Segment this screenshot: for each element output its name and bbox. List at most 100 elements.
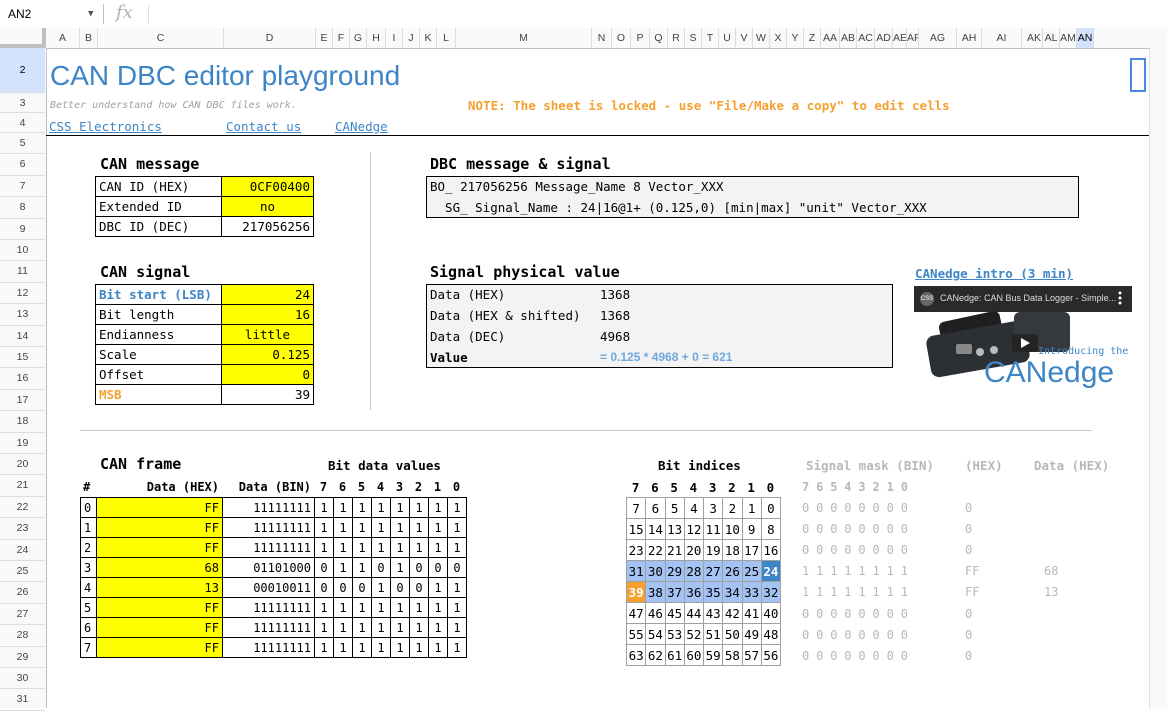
bit-index-cell: 48 [760,623,782,645]
byte-hex-input[interactable]: 68 [96,557,223,578]
offset-input[interactable]: 0 [221,364,314,385]
row-header-2[interactable]: 2 [0,48,45,93]
can-id-input[interactable]: 0CF00400 [221,176,314,197]
row-header-20[interactable]: 20 [0,454,45,476]
bit-label: 3 [708,479,717,495]
row-header-14[interactable]: 14 [0,326,45,347]
column-header-p[interactable]: P [631,28,650,48]
chevron-down-icon[interactable]: ▼ [88,4,93,24]
column-header-m[interactable]: M [456,28,592,48]
column-header-y[interactable]: Y [787,28,804,48]
row-header-12[interactable]: 12 [0,283,45,305]
column-header-r[interactable]: R [668,28,685,48]
row-header-6[interactable]: 6 [0,154,45,176]
row-header-29[interactable]: 29 [0,647,45,668]
link-css-electronics[interactable]: CSS Electronics [49,119,162,134]
select-all-corner[interactable] [0,28,46,48]
column-header-u[interactable]: U [719,28,736,48]
mask-bit: 0 [886,627,894,642]
column-header-ai[interactable]: AI [982,28,1022,48]
mask-bit: 0 [844,543,852,558]
column-header-z[interactable]: Z [804,28,821,48]
column-header-a[interactable]: A [46,28,80,48]
mask-bit-label: 6 [816,480,824,494]
row-header-19[interactable]: 19 [0,433,45,454]
column-header-d[interactable]: D [224,28,316,48]
column-header-n[interactable]: N [592,28,612,48]
column-header-t[interactable]: T [702,28,719,48]
column-header-v[interactable]: V [736,28,753,48]
column-header-ab[interactable]: AB [840,28,857,48]
row-header-25[interactable]: 25 [0,561,45,583]
extended-id-input[interactable]: no [221,196,314,217]
column-header-o[interactable]: O [612,28,631,48]
column-header-ah[interactable]: AH [957,28,982,48]
row-header-24[interactable]: 24 [0,540,45,561]
video-thumbnail[interactable]: CSS CANedge: CAN Bus Data Logger - Simpl… [914,286,1132,400]
column-header-h[interactable]: H [367,28,386,48]
row-header-10[interactable]: 10 [0,240,45,262]
bit-length-input[interactable]: 16 [221,304,314,325]
scale-input[interactable]: 0.125 [221,344,314,365]
column-header-w[interactable]: W [753,28,770,48]
column-header-g[interactable]: G [350,28,367,48]
column-header-f[interactable]: F [333,28,350,48]
mask-bit: 0 [872,606,880,621]
column-header-an[interactable]: AN [1077,28,1094,48]
row-header-4[interactable]: 4 [0,113,45,133]
row-header-22[interactable]: 22 [0,497,45,519]
row-header-27[interactable]: 27 [0,604,45,626]
row-header-7[interactable]: 7 [0,176,45,198]
row-header-23[interactable]: 23 [0,518,45,540]
row-header-16[interactable]: 16 [0,368,45,390]
column-header-k[interactable]: K [420,28,437,48]
byte-hex-input[interactable]: 13 [96,577,223,598]
bit-start-input[interactable]: 24 [221,284,314,305]
row-header-9[interactable]: 9 [0,219,45,240]
byte-hex-input[interactable]: FF [96,597,223,618]
byte-hex-input[interactable]: FF [96,637,223,658]
column-header-s[interactable]: S [685,28,702,48]
column-header-q[interactable]: Q [650,28,668,48]
vertical-scrollbar[interactable] [1149,48,1167,708]
row-header-13[interactable]: 13 [0,304,45,326]
column-header-ag[interactable]: AG [919,28,957,48]
column-header-ak[interactable]: AK [1026,28,1043,48]
column-header-aa[interactable]: AA [821,28,840,48]
column-header-ae[interactable]: AE [893,28,907,48]
column-header-j[interactable]: J [403,28,420,48]
row-header-28[interactable]: 28 [0,625,45,647]
bit-value: 1 [352,537,372,558]
column-header-b[interactable]: B [80,28,98,48]
column-header-af[interactable]: AF [907,28,919,48]
row-header-3[interactable]: 3 [0,93,45,113]
row-header-26[interactable]: 26 [0,582,45,604]
link-canedge[interactable]: CANedge [335,119,388,134]
bit-value: 1 [352,617,372,638]
column-header-i[interactable]: I [386,28,403,48]
byte-hex-input[interactable]: FF [96,617,223,638]
column-header-am[interactable]: AM [1060,28,1077,48]
byte-hex-input[interactable]: FF [96,497,223,518]
row-header-18[interactable]: 18 [0,411,45,433]
row-header-5[interactable]: 5 [0,133,45,155]
column-header-al[interactable]: AL [1043,28,1060,48]
column-header-x[interactable]: X [770,28,787,48]
column-header-ad[interactable]: AD [875,28,893,48]
column-header-l[interactable]: L [437,28,456,48]
row-header-30[interactable]: 30 [0,668,45,690]
byte-hex-input[interactable]: FF [96,537,223,558]
byte-hex-input[interactable]: FF [96,517,223,538]
endianness-input[interactable]: little [221,324,314,345]
column-header-ac[interactable]: AC [857,28,875,48]
row-header-15[interactable]: 15 [0,347,45,369]
row-header-21[interactable]: 21 [0,475,45,497]
link-contact-us[interactable]: Contact us [226,119,301,134]
row-header-11[interactable]: 11 [0,261,45,283]
video-link[interactable]: CANedge intro (3 min) [915,266,1073,281]
column-header-c[interactable]: C [98,28,224,48]
row-header-8[interactable]: 8 [0,197,45,219]
selected-cell-an2[interactable] [1130,58,1146,92]
column-header-e[interactable]: E [316,28,333,48]
row-header-17[interactable]: 17 [0,390,45,412]
